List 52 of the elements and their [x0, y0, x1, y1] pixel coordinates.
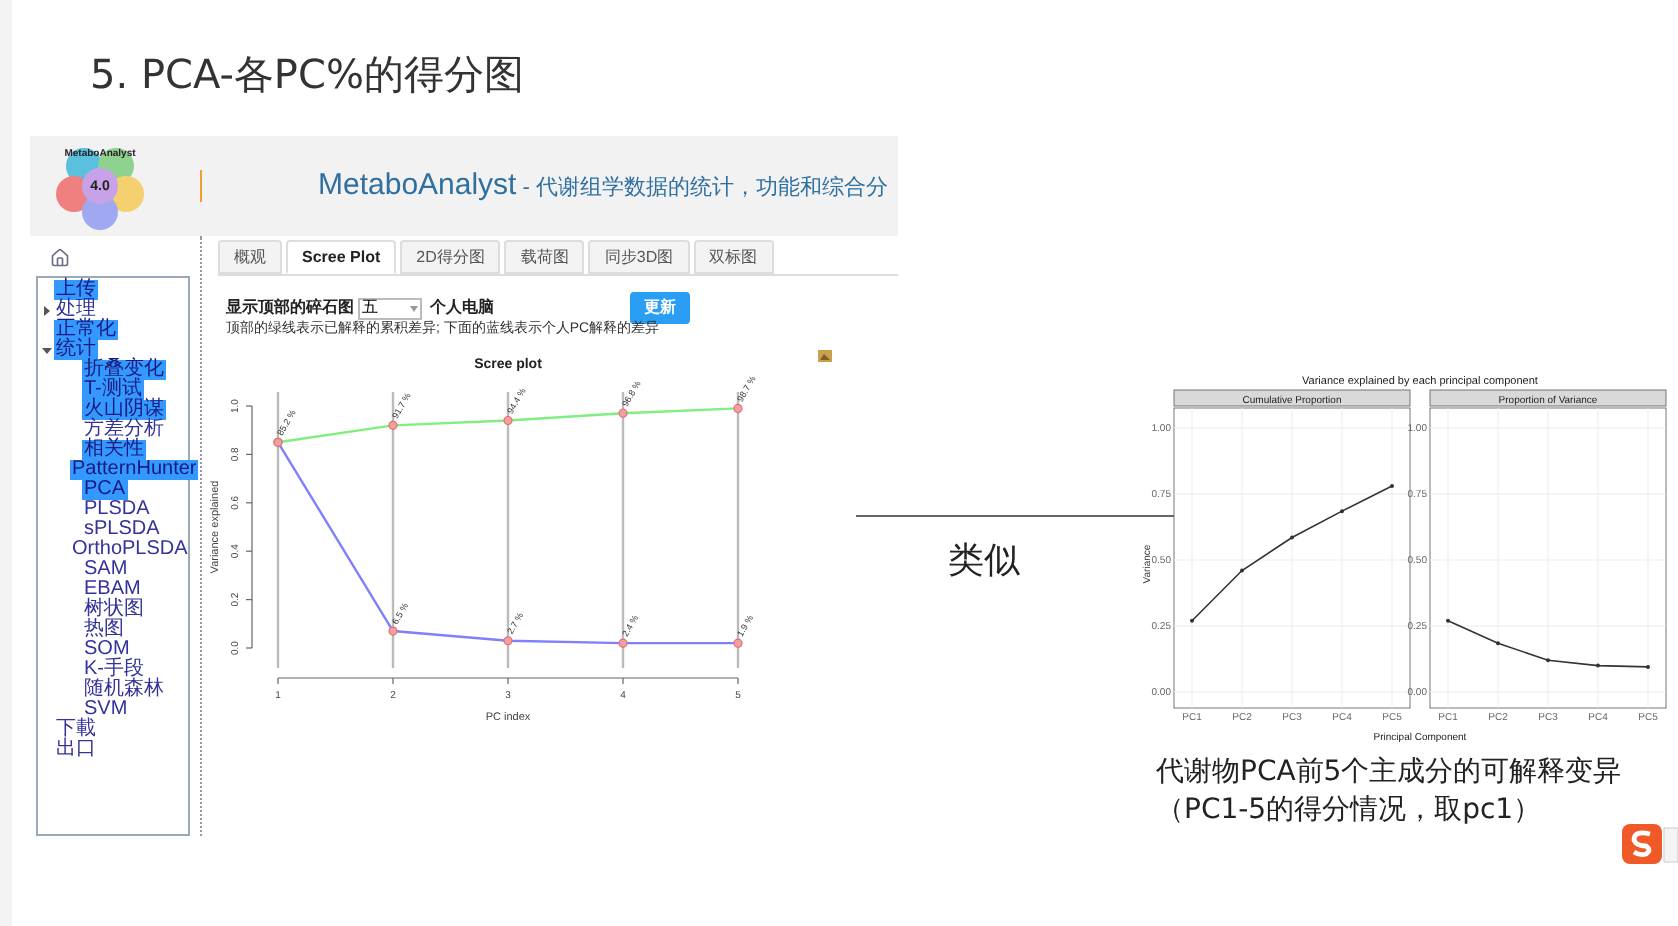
sidebar-item[interactable]: EBAM — [82, 580, 143, 600]
sidebar-item[interactable]: SOM — [82, 640, 132, 660]
data-point — [733, 402, 743, 413]
sidebar-item[interactable]: SAM — [82, 560, 130, 580]
caption: 代谢物PCA前5个主成分的可解释变异（PC1-5的得分情况，取pc1） — [1156, 754, 1624, 830]
sidebar-item[interactable]: 折叠变化 — [82, 360, 166, 380]
data-point — [388, 625, 398, 635]
sidebar-item[interactable]: 处理 — [54, 300, 98, 320]
sidebar-item[interactable]: PLSDA — [82, 500, 152, 520]
sidebar-item[interactable]: 热图 — [82, 620, 126, 640]
tab[interactable]: 双标图 — [693, 240, 774, 274]
tab[interactable]: 2D得分图 — [400, 240, 501, 274]
home-icon[interactable] — [50, 248, 70, 268]
data-point — [618, 407, 628, 417]
sidebar-item[interactable]: sPLSDA — [82, 520, 162, 540]
tab[interactable]: 同步3D图 — [588, 240, 690, 274]
sidebar-item[interactable]: 统计 — [54, 340, 98, 360]
sidebar-item[interactable]: 火山阴谋 — [82, 400, 166, 420]
sidebar-item[interactable]: 相关性 — [82, 440, 146, 460]
sidebar-item[interactable]: PCA — [82, 480, 128, 500]
similar-label: 类似 — [948, 538, 1020, 586]
sidebar-item[interactable]: K-手段 — [82, 660, 146, 680]
sidebar-item[interactable]: 正常化 — [54, 320, 118, 340]
control-label: 显示顶部的碎石图 — [226, 296, 354, 320]
data-point — [618, 637, 628, 647]
sidebar-item[interactable]: OrthoPLSDA — [70, 540, 190, 560]
tab[interactable]: Scree Plot — [286, 240, 397, 274]
count-select[interactable]: 五 — [358, 297, 422, 319]
sidebar-item[interactable]: 方差分析 — [82, 420, 166, 440]
data-point — [503, 635, 513, 645]
data-point — [503, 414, 513, 425]
ime-logo-icon[interactable] — [1622, 822, 1678, 866]
data-point — [388, 419, 398, 429]
sidebar-item[interactable]: 树状图 — [82, 600, 146, 620]
header-title: MetaboAnalyst — [318, 165, 517, 206]
sidebar-item[interactable]: T-测试 — [82, 380, 144, 400]
sidebar-item[interactable]: PatternHunter — [70, 460, 199, 480]
sidebar-item[interactable]: 出口 — [54, 740, 98, 760]
tab[interactable]: 概观 — [218, 240, 282, 274]
image-icon[interactable] — [818, 349, 832, 361]
slide-title: 5. PCA-各PC%的得分图 — [90, 48, 524, 102]
control-suffix: 个人电脑 — [430, 296, 494, 320]
tab[interactable]: 载荷图 — [504, 240, 585, 274]
expander-icon[interactable] — [42, 305, 52, 315]
sidebar-item[interactable]: SVM — [82, 700, 130, 720]
sidebar-item[interactable]: 下載 — [54, 720, 98, 740]
expander-icon[interactable] — [42, 345, 52, 355]
caret-icon — [410, 305, 418, 311]
header-subtitle: - 代谢组学数据的统计，功能和综合分 — [522, 173, 888, 204]
sidebar-item[interactable]: 上传 — [54, 280, 98, 300]
data-point — [733, 637, 743, 647]
sidebar-item[interactable]: 随机森林 — [82, 680, 166, 700]
